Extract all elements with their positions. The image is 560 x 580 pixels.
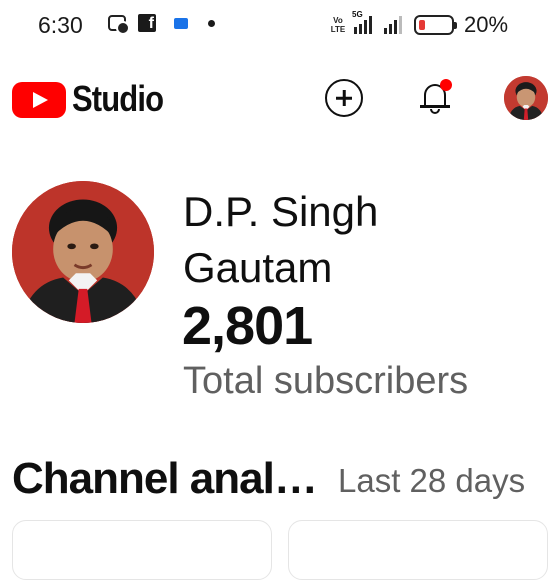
- youtube-logo-icon[interactable]: [12, 82, 66, 118]
- battery-icon: [414, 15, 457, 35]
- channel-avatar-photo: [12, 181, 154, 323]
- channel-name: D.P. Singh Gautam: [183, 188, 379, 291]
- bell-icon-clapper: [430, 109, 440, 114]
- analytics-period: Last 28 days: [338, 462, 526, 499]
- channel-avatar: [12, 181, 154, 323]
- subscriber-count: 2,801: [182, 296, 313, 356]
- notifications-button[interactable]: [418, 78, 454, 118]
- signal-5g-icon: 5G: [352, 10, 372, 34]
- app-title: Studio: [72, 78, 164, 119]
- notification-icons: f: [108, 14, 215, 35]
- status-bar: 6:30 f Vo LTE 5G 20%: [0, 0, 560, 54]
- battery-percent: 20%: [464, 12, 509, 37]
- subscriber-label: Total subscribers: [183, 360, 469, 402]
- notification-badge: [440, 79, 452, 91]
- facebook-icon: f: [138, 14, 156, 32]
- message-icon: [174, 17, 188, 29]
- bell-icon-base: [420, 105, 450, 108]
- analytics-card-watch-time[interactable]: [288, 520, 548, 580]
- account-avatar[interactable]: [504, 76, 548, 120]
- avatar-photo: [504, 76, 548, 120]
- more-notifications-dot-icon: [208, 19, 215, 27]
- analytics-card-views[interactable]: [12, 520, 272, 580]
- network-type-label: 5G: [352, 10, 363, 19]
- status-time: 6:30: [38, 12, 83, 38]
- create-button[interactable]: [325, 79, 363, 117]
- signal-icon: [384, 16, 402, 34]
- battery-level-fill: [419, 20, 425, 30]
- system-icons: Vo LTE 5G 20%: [328, 10, 509, 38]
- channel-analytics-heading: Channel analytics: [12, 454, 338, 503]
- messenger-chat-icon: [108, 15, 130, 35]
- volte-icon: Vo LTE: [330, 16, 346, 34]
